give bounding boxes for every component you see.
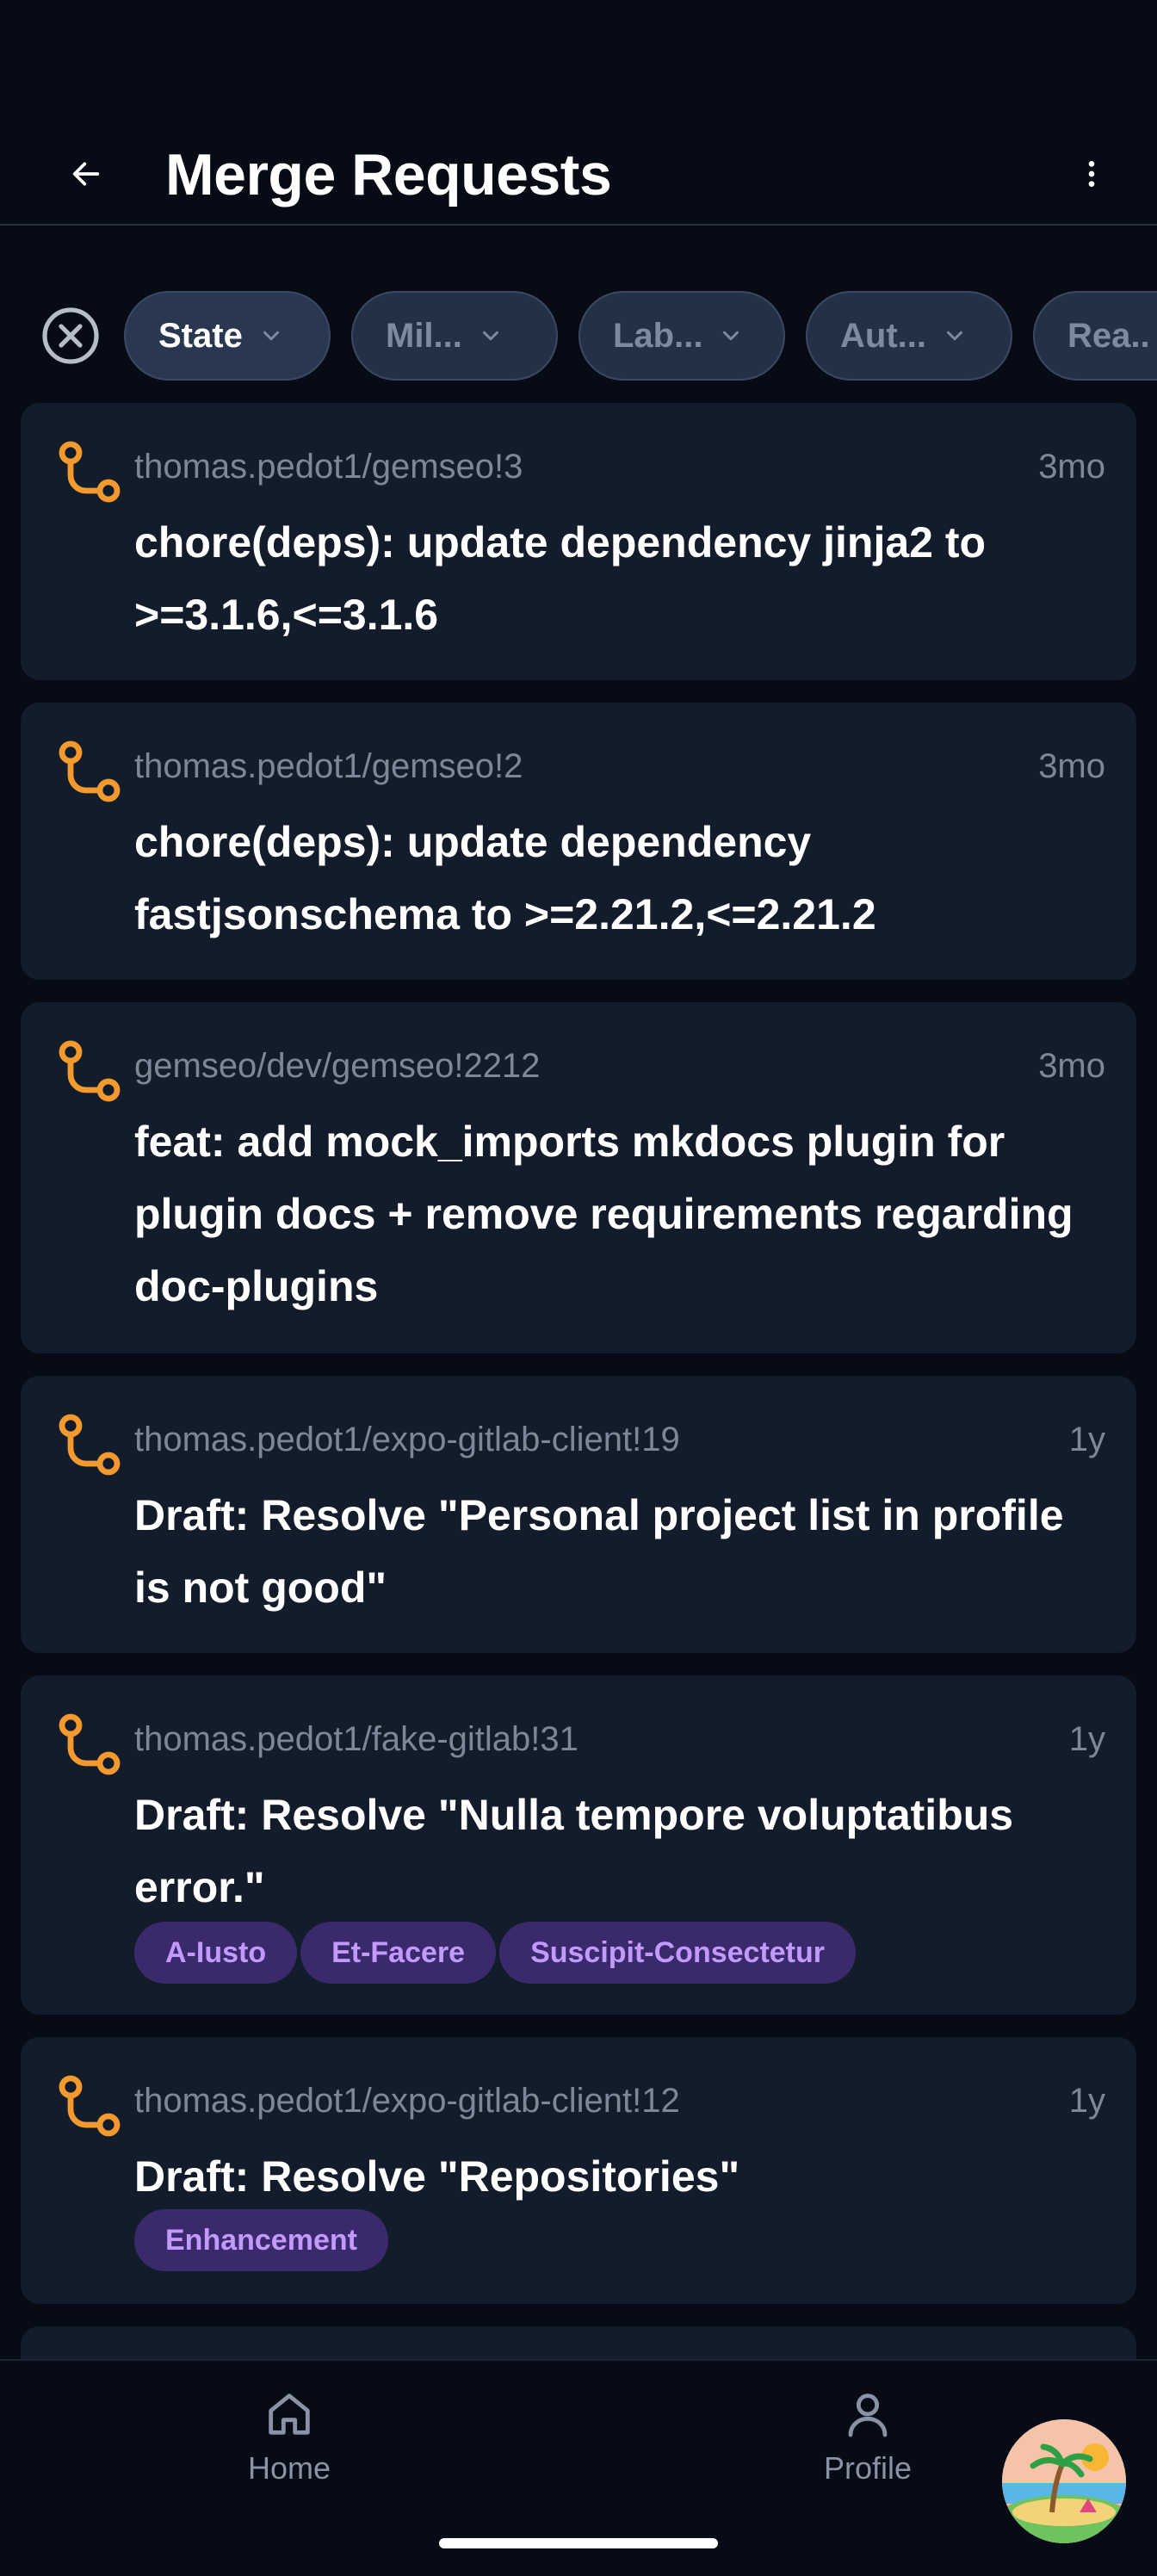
close-circle-icon xyxy=(42,307,99,364)
label-badge: Enhancement xyxy=(134,2209,388,2271)
mr-age: 3mo xyxy=(1038,747,1105,785)
mr-age: 3mo xyxy=(1038,448,1105,486)
beach-avatar-icon xyxy=(1002,2419,1126,2543)
chevron-down-icon xyxy=(718,323,744,349)
label-badge: Suscipit-Consectetur xyxy=(499,1922,857,1984)
mr-reference: thomas.pedot1/gemseo!3 xyxy=(134,448,523,486)
mr-title: Draft: Resolve "Nulla tempore voluptatib… xyxy=(134,1791,1014,1911)
filter-chip-reviewer[interactable]: Rea.. xyxy=(1033,291,1157,381)
mr-title: chore(deps): update dependency fastjsons… xyxy=(134,818,876,938)
back-button[interactable] xyxy=(55,143,117,205)
mr-age: 3mo xyxy=(1038,1047,1105,1085)
more-options-button[interactable] xyxy=(1061,143,1123,205)
merge-request-icon xyxy=(59,441,121,503)
status-bar xyxy=(0,0,1157,121)
label-badge: A-Iusto xyxy=(134,1922,298,1984)
merge-request-card[interactable]: thomas.pedot1/gemseo!3 3mo chore(deps): … xyxy=(21,403,1136,680)
merge-request-icon xyxy=(59,1713,121,1775)
app-bar: Merge Requests xyxy=(0,121,1157,226)
merge-request-icon xyxy=(59,1414,121,1476)
mr-reference: gemseo/dev/gemseo!2212 xyxy=(134,1047,541,1085)
home-indicator xyxy=(439,2538,718,2548)
mr-reference: thomas.pedot1/gemseo!2 xyxy=(134,747,523,785)
merge-request-icon xyxy=(59,1040,121,1102)
arrow-left-icon xyxy=(72,162,100,186)
mr-title: chore(deps): update dependency jinja2 to… xyxy=(134,518,987,639)
merge-request-icon xyxy=(59,2075,121,2137)
merge-request-card[interactable]: thomas.pedot1/expo-gitlab-client!12 1y D… xyxy=(21,2037,1136,2304)
mr-reference: thomas.pedot1/expo-gitlab-client!19 xyxy=(134,1421,680,1458)
home-icon xyxy=(269,2393,310,2435)
chevron-down-icon xyxy=(942,323,968,349)
nav-profile[interactable]: Profile xyxy=(773,2387,962,2516)
mr-age: 1y xyxy=(1068,2082,1105,2120)
filter-chip-author[interactable]: Aut... xyxy=(806,291,1012,381)
mr-title: Draft: Resolve "Repositories" xyxy=(134,2152,740,2201)
mr-reference: thomas.pedot1/fake-gitlab!31 xyxy=(134,1720,578,1758)
merge-request-card[interactable]: thomas.pedot1/fake-gitlab!31 1y Draft: R… xyxy=(21,1675,1136,2015)
mr-reference: thomas.pedot1/expo-gitlab-client!12 xyxy=(134,2082,680,2120)
nav-home[interactable]: Home xyxy=(195,2387,384,2516)
merge-request-card[interactable]: thomas.pedot1/gemseo!2 3mo chore(deps): … xyxy=(21,703,1136,980)
filter-chip-state[interactable]: State xyxy=(124,291,331,381)
chevron-down-icon xyxy=(258,323,284,349)
chevron-down-icon xyxy=(478,323,504,349)
merge-request-icon xyxy=(59,740,121,802)
filter-chip-labels[interactable]: Lab... xyxy=(578,291,785,381)
filter-bar: State Mil... Lab... Aut... Rea.. xyxy=(0,288,1157,384)
mr-labels: Enhancement xyxy=(134,2209,388,2271)
assistant-avatar-button[interactable] xyxy=(1002,2419,1126,2543)
filter-chip-milestone[interactable]: Mil... xyxy=(351,291,558,381)
mr-title: Draft: Resolve "Personal project list in… xyxy=(134,1491,1064,1612)
mr-age: 1y xyxy=(1068,1720,1105,1758)
label-badge: Et-Facere xyxy=(300,1922,497,1984)
mr-labels: A-Iusto Et-Facere Suscipit-Consectetur xyxy=(134,1922,857,1984)
user-icon xyxy=(848,2393,888,2437)
clear-filters-button[interactable] xyxy=(41,307,100,365)
mr-age: 1y xyxy=(1068,1421,1105,1458)
merge-request-card[interactable]: gemseo/dev/gemseo!2212 3mo feat: add moc… xyxy=(21,1002,1136,1353)
more-vertical-icon xyxy=(1088,161,1095,187)
page-title: Merge Requests xyxy=(165,142,612,207)
merge-request-card[interactable]: thomas.pedot1/expo-gitlab-client!19 1y D… xyxy=(21,1376,1136,1653)
mr-title: feat: add mock_imports mkdocs plugin for… xyxy=(134,1118,1073,1310)
